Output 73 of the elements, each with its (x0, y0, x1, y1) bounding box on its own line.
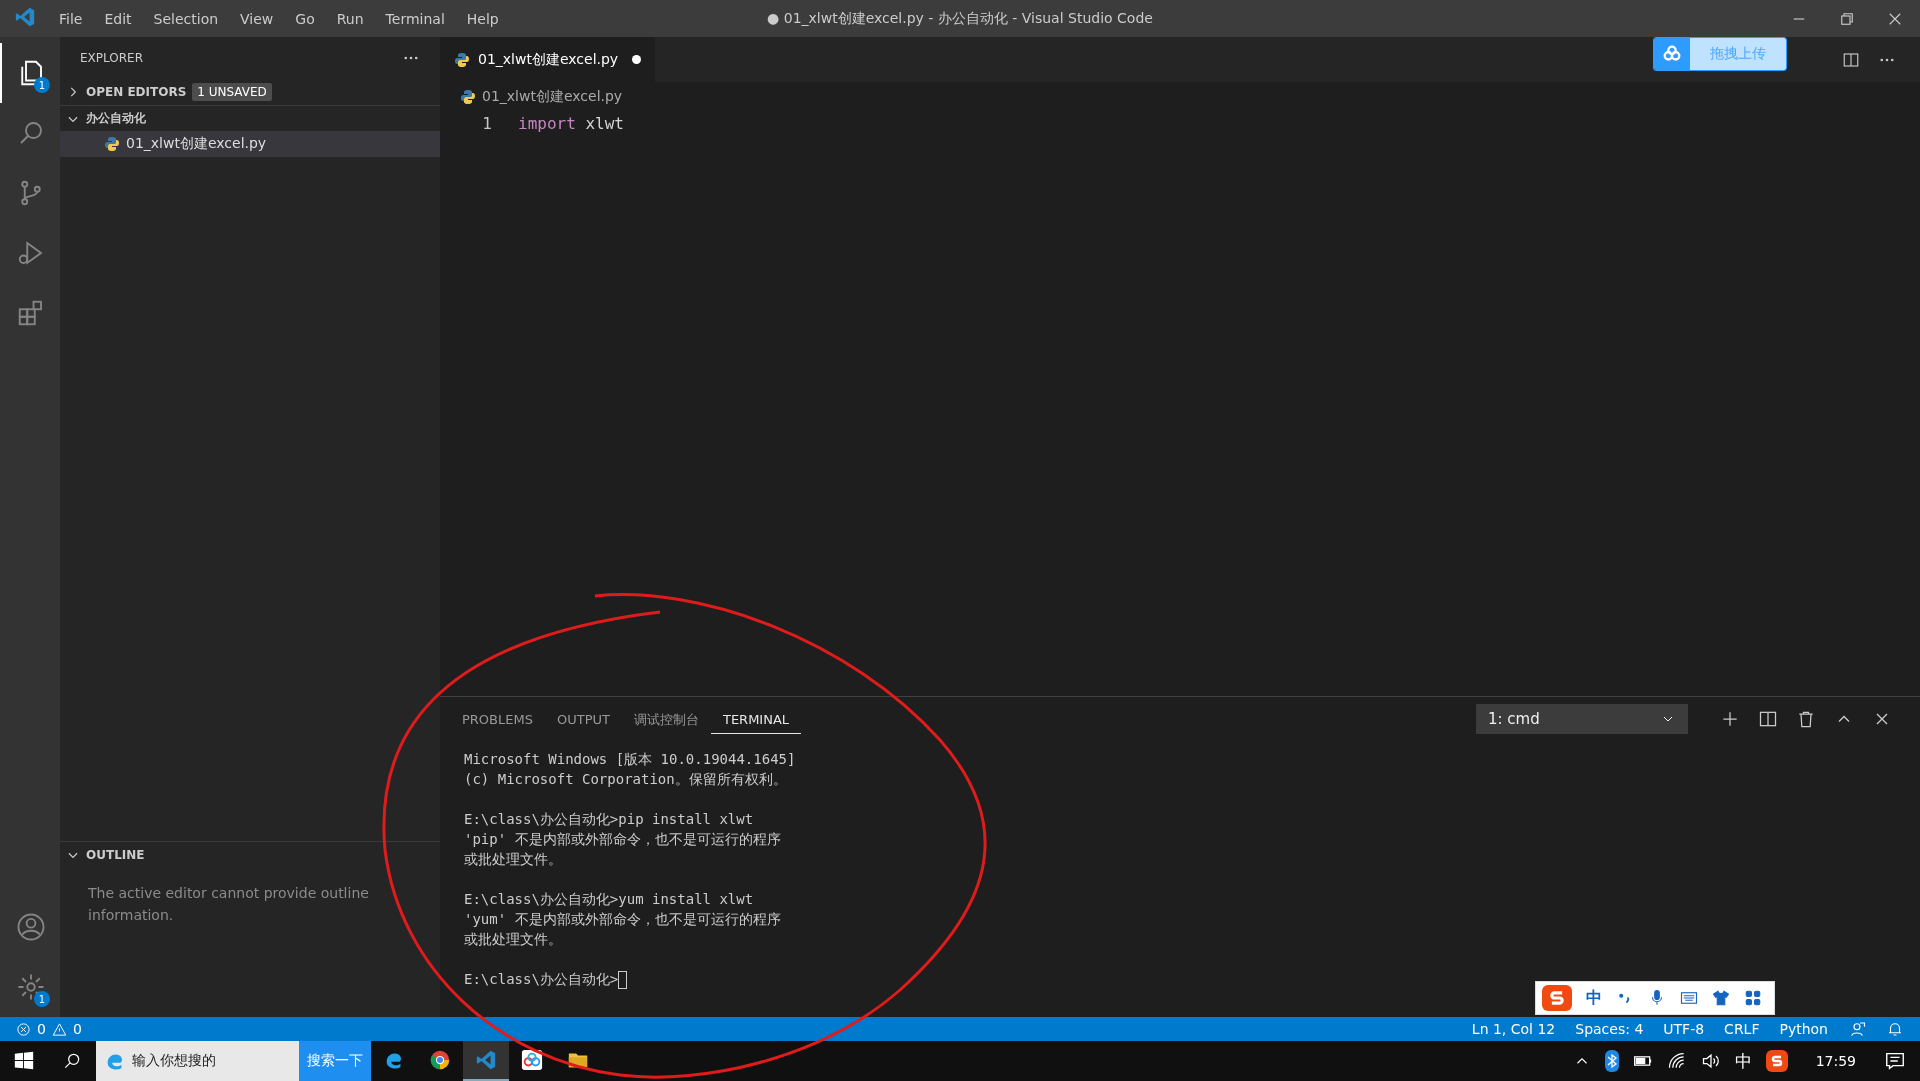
panel-tab[interactable]: OUTPUT (544, 704, 622, 734)
vscode-icon[interactable] (14, 6, 36, 28)
status-item[interactable]: UTF-8 (1663, 1021, 1705, 1037)
account-icon[interactable] (16, 912, 46, 942)
windows-icon[interactable] (13, 1050, 35, 1072)
s-logo-icon[interactable] (1765, 1050, 1788, 1072)
input-mode[interactable]: 中 (1734, 1049, 1752, 1073)
status-item[interactable]: Spaces: 4 (1575, 1021, 1644, 1037)
clock[interactable]: 17:59 (1801, 1053, 1870, 1069)
error-count[interactable]: 0 (37, 1021, 46, 1037)
chrome-icon[interactable] (429, 1049, 451, 1071)
sidebar-title: EXPLORER (80, 51, 143, 65)
notification-icon[interactable] (1884, 1050, 1906, 1072)
status-item[interactable]: Ln 1, Col 12 (1471, 1021, 1556, 1037)
count-badge: 1 (34, 991, 50, 1007)
panel-tab[interactable]: 调试控制台 (621, 702, 711, 736)
split-terminal-icon[interactable] (1758, 709, 1778, 729)
split-editor-icon[interactable] (1842, 50, 1860, 69)
menu-item[interactable]: Edit (93, 10, 143, 27)
panel-tab[interactable]: PROBLEMS (450, 704, 545, 734)
search-icon[interactable] (62, 1051, 82, 1071)
line-number: 1 (481, 113, 492, 133)
volume-icon[interactable] (1700, 1051, 1721, 1071)
explorer-entry[interactable]: 01_xlwt创建excel.py (60, 131, 440, 157)
unsaved-badge: 1 UNSAVED (192, 83, 272, 101)
ime-mode[interactable]: 中 (1586, 987, 1602, 1009)
bluetooth-icon[interactable] (1604, 1050, 1619, 1072)
warning-icon[interactable] (51, 1021, 67, 1037)
warning-count[interactable]: 0 (72, 1021, 82, 1037)
terminal-line: E:\class\办公自动化>yum install xlwt (464, 890, 754, 909)
vscode-icon[interactable] (475, 1049, 497, 1071)
python-icon (460, 89, 476, 105)
terminal-dropdown[interactable]: 1: cmd (1476, 704, 1688, 734)
menu-item[interactable]: File (48, 10, 94, 27)
count-badge: 1 (34, 77, 50, 93)
section-header[interactable]: OUTLINE (86, 848, 145, 862)
menu-item[interactable]: Go (284, 10, 326, 27)
terminal-line: 或批处理文件。 (464, 850, 562, 869)
wifi-icon[interactable] (1666, 1051, 1687, 1071)
cloud-app-icon[interactable] (521, 1049, 543, 1071)
menu-item[interactable]: Selection (142, 10, 230, 27)
terminal-line: Microsoft Windows [版本 10.0.19044.1645] (464, 750, 796, 769)
grid-icon[interactable] (1744, 989, 1762, 1007)
bell-icon[interactable] (1886, 1020, 1904, 1038)
breadcrumb[interactable]: 01_xlwt创建excel.py (482, 88, 623, 106)
keyboard-icon[interactable] (1680, 989, 1698, 1007)
menu-item[interactable]: Run (325, 10, 375, 27)
terminal-line: 或批处理文件。 (464, 930, 562, 949)
status-item[interactable]: CRLF (1724, 1021, 1760, 1037)
feedback-icon[interactable] (1848, 1020, 1866, 1038)
editor-tab[interactable]: 01_xlwt创建excel.py (440, 37, 656, 82)
terminal-line: (c) Microsoft Corporation。保留所有权利。 (464, 770, 787, 789)
code-line: import xlwt (518, 113, 624, 133)
menu-item[interactable]: Terminal (374, 10, 456, 27)
terminal-line: 'yum' 不是内部或外部命令，也不是可运行的程序 (464, 910, 781, 929)
section-header[interactable]: OPEN EDITORS (86, 85, 187, 99)
outline-message: The active editor cannot provide outline information. (87, 884, 370, 925)
status-item[interactable]: Python (1779, 1021, 1828, 1037)
panel-tab[interactable]: TERMINAL (710, 704, 802, 734)
terminal-line: E:\class\办公自动化>pip install xlwt (464, 810, 754, 829)
trash-icon[interactable] (1796, 709, 1816, 729)
error-icon[interactable] (16, 1021, 31, 1037)
menu-item[interactable]: View (229, 10, 285, 27)
folder-label[interactable]: 办公自动化 (86, 110, 146, 127)
plus-icon[interactable] (1720, 709, 1740, 729)
python-icon (454, 51, 470, 68)
window-title: ● 01_xlwt创建excel.py - 办公自动化 - Visual Studio Code (767, 9, 1153, 26)
taskbar-search-field[interactable]: 输入你想搜的 (96, 1041, 299, 1081)
terminal-line: E:\class\办公自动化> (464, 969, 628, 989)
menu-item[interactable]: Help (455, 10, 510, 27)
shirt-icon[interactable] (1712, 989, 1730, 1007)
terminal-line: 'pip' 不是内部或外部命令，也不是可运行的程序 (464, 830, 781, 849)
python-icon (104, 136, 120, 152)
